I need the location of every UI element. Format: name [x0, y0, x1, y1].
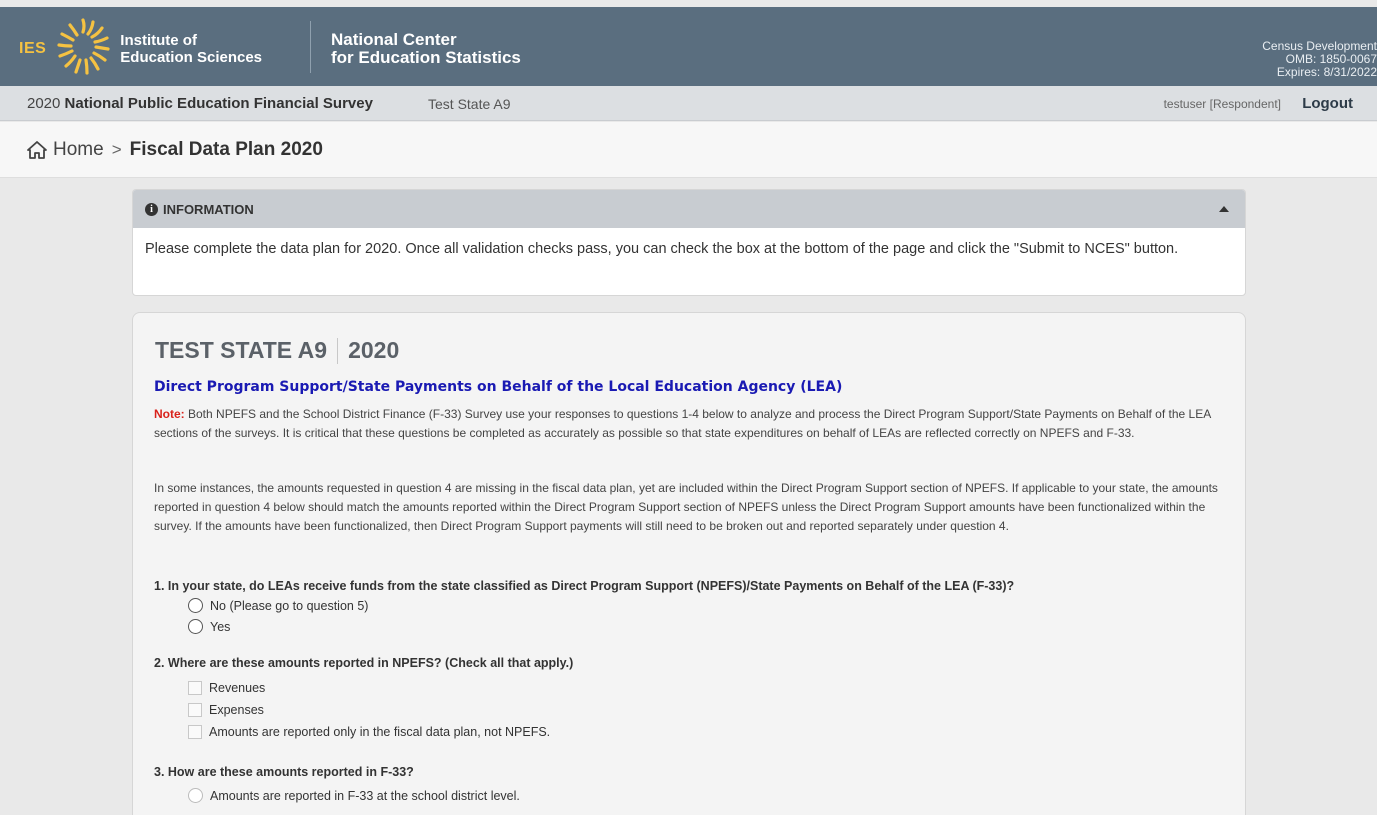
q3-option-district-level[interactable]: Amounts are reported in F-33 at the scho… [188, 788, 520, 803]
q2-option-expenses[interactable]: Expenses [188, 703, 264, 717]
question-2: 2. Where are these amounts reported in N… [154, 656, 574, 670]
logout-link[interactable]: Logout [1302, 95, 1353, 112]
survey-title: 2020 National Public Education Financial… [27, 95, 373, 112]
q1-option-no[interactable]: No (Please go to question 5) [188, 598, 368, 613]
site-header: IES Institute of Education Sciences Nati… [0, 7, 1377, 86]
omb-info: Census Development OMB: 1850-0067 Expire… [1262, 39, 1377, 79]
section-title: Direct Program Support/State Payments on… [154, 379, 843, 395]
q1-yes-radio[interactable] [188, 619, 203, 634]
note-paragraph: Note: Both NPEFS and the School District… [154, 405, 1224, 443]
state-heading: TEST STATE A9 2020 [155, 337, 399, 364]
data-plan-panel: TEST STATE A9 2020 Direct Program Suppor… [132, 312, 1246, 815]
q2-option-revenues[interactable]: Revenues [188, 681, 265, 695]
note-label: Note: [154, 407, 185, 421]
state-name: Test State A9 [428, 96, 511, 112]
home-icon[interactable] [27, 141, 47, 159]
user-info: testuser [Respondent] [1163, 97, 1281, 111]
information-panel-header[interactable]: i INFORMATION [133, 190, 1245, 228]
state-title: TEST STATE A9 [155, 337, 328, 363]
ies-name: Institute of Education Sciences [120, 32, 263, 66]
q2-expenses-checkbox[interactable] [188, 703, 202, 717]
note-text: Both NPEFS and the School District Finan… [154, 407, 1211, 440]
information-text: Please complete the data plan for 2020. … [145, 241, 1179, 257]
heading-divider [337, 337, 339, 364]
breadcrumb-current: Fiscal Data Plan 2020 [129, 139, 323, 160]
header-divider [310, 21, 311, 73]
info-icon: i [145, 203, 158, 216]
q2-fiscal-plan-only-checkbox[interactable] [188, 725, 202, 739]
question-3: 3. How are these amounts reported in F-3… [154, 765, 414, 779]
q1-no-radio[interactable] [188, 598, 203, 613]
question-1: 1. In your state, do LEAs receive funds … [154, 579, 1015, 593]
collapse-caret-icon[interactable] [1219, 206, 1229, 212]
q2-option-fiscal-plan-only[interactable]: Amounts are reported only in the fiscal … [188, 725, 550, 739]
ies-letters: IES [19, 40, 47, 57]
sun-icon [57, 18, 110, 75]
ies-logo[interactable]: IES Institute of Education Sciences [19, 18, 263, 75]
information-panel: i INFORMATION Please complete the data p… [132, 189, 1246, 296]
year-title: 2020 [348, 337, 400, 363]
breadcrumb: Home > Fiscal Data Plan 2020 [27, 139, 323, 161]
q1-option-yes[interactable]: Yes [188, 619, 230, 634]
instructions-paragraph: In some instances, the amounts requested… [154, 481, 1218, 533]
q2-revenues-checkbox[interactable] [188, 681, 202, 695]
breadcrumb-separator: > [111, 140, 122, 159]
breadcrumb-bar: Home > Fiscal Data Plan 2020 [0, 122, 1377, 178]
survey-bar: 2020 National Public Education Financial… [0, 86, 1377, 121]
nces-logo[interactable]: National Center for Education Statistics [331, 31, 521, 67]
information-title: INFORMATION [163, 202, 254, 217]
breadcrumb-home[interactable]: Home [53, 139, 104, 161]
q3-district-level-radio[interactable] [188, 788, 203, 803]
